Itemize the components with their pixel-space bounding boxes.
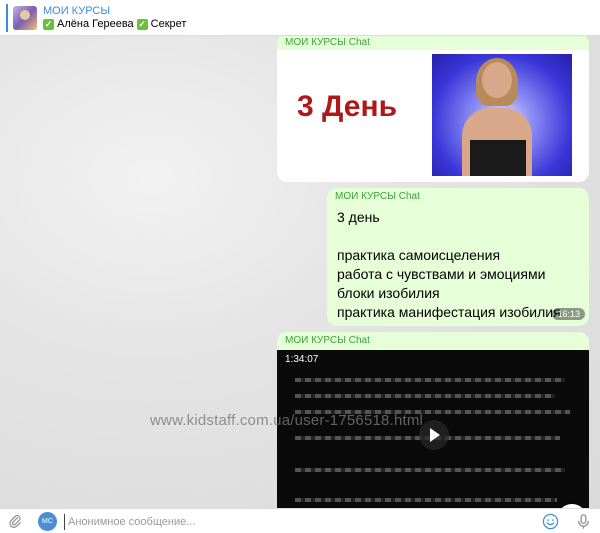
card-day-text: 3 День bbox=[297, 90, 398, 123]
message-body: 3 день практика самоисцеления работа с ч… bbox=[337, 209, 561, 320]
message-text[interactable]: МОИ КУРСЫ Chat 3 день практика самоисцел… bbox=[327, 188, 589, 326]
smile-icon[interactable] bbox=[542, 513, 559, 530]
check-icon: ✓ bbox=[43, 18, 54, 30]
message-image-card[interactable]: МОИ КУРСЫ Chat 3 День bbox=[277, 36, 589, 182]
microphone-icon[interactable] bbox=[575, 513, 592, 530]
pinned-accent-line bbox=[6, 3, 8, 32]
pinned-secret: Секрет bbox=[150, 17, 187, 30]
image-card[interactable]: 3 День bbox=[277, 50, 589, 182]
play-icon[interactable] bbox=[419, 420, 449, 450]
video-player[interactable]: 1:34:07 bbox=[277, 350, 589, 508]
chat-area: МОИ КУРСЫ Chat 3 День МОИ КУРСЫ Chat 3 д… bbox=[0, 36, 600, 508]
video-duration: 1:34:07 bbox=[285, 354, 319, 365]
pinned-subtitle: ✓ Алёна Гереева ✓ Секрет bbox=[43, 18, 186, 31]
check-icon: ✓ bbox=[136, 18, 148, 30]
avatar[interactable]: MC bbox=[38, 512, 57, 531]
pinned-title: МОИ КУРСЫ bbox=[43, 4, 111, 17]
message-sender[interactable]: МОИ КУРСЫ Chat bbox=[327, 188, 589, 204]
photo bbox=[432, 54, 572, 176]
message-sender[interactable]: МОИ КУРСЫ Chat bbox=[277, 36, 589, 50]
message-sender[interactable]: МОИ КУРСЫ Chat bbox=[277, 332, 589, 348]
pinned-name: Алёна Гереева bbox=[57, 17, 134, 30]
pinned-message-bar[interactable]: МОИ КУРСЫ ✓ Алёна Гереева ✓ Секрет bbox=[0, 0, 600, 36]
message-time: 16:13 bbox=[552, 308, 585, 320]
pinned-thumbnail bbox=[13, 5, 37, 30]
paperclip-icon[interactable] bbox=[8, 514, 22, 528]
message-composer: MC bbox=[0, 508, 600, 533]
message-input[interactable] bbox=[64, 514, 364, 530]
watermark: www.kidstaff.com.ua/user-1756518.html bbox=[150, 412, 424, 429]
